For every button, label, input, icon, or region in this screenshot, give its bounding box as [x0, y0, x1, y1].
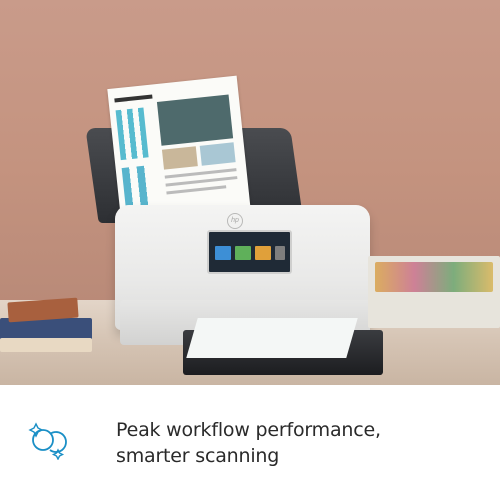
scanned-document-output: [186, 318, 358, 358]
caption-line-1: Peak workflow performance,: [116, 419, 381, 441]
book-stack-bottom: [0, 338, 92, 352]
caption-text: Peak workflow performance, smarter scann…: [116, 417, 476, 469]
photo-prints: [375, 262, 493, 292]
document-in-input-tray: [107, 75, 251, 224]
product-photo: hp: [0, 0, 500, 385]
caption-line-2: smarter scanning: [116, 445, 280, 467]
workflow-cycle-sparkle-icon: [28, 422, 67, 460]
scanner-touchscreen: [207, 230, 292, 274]
hp-logo: hp: [227, 213, 243, 229]
